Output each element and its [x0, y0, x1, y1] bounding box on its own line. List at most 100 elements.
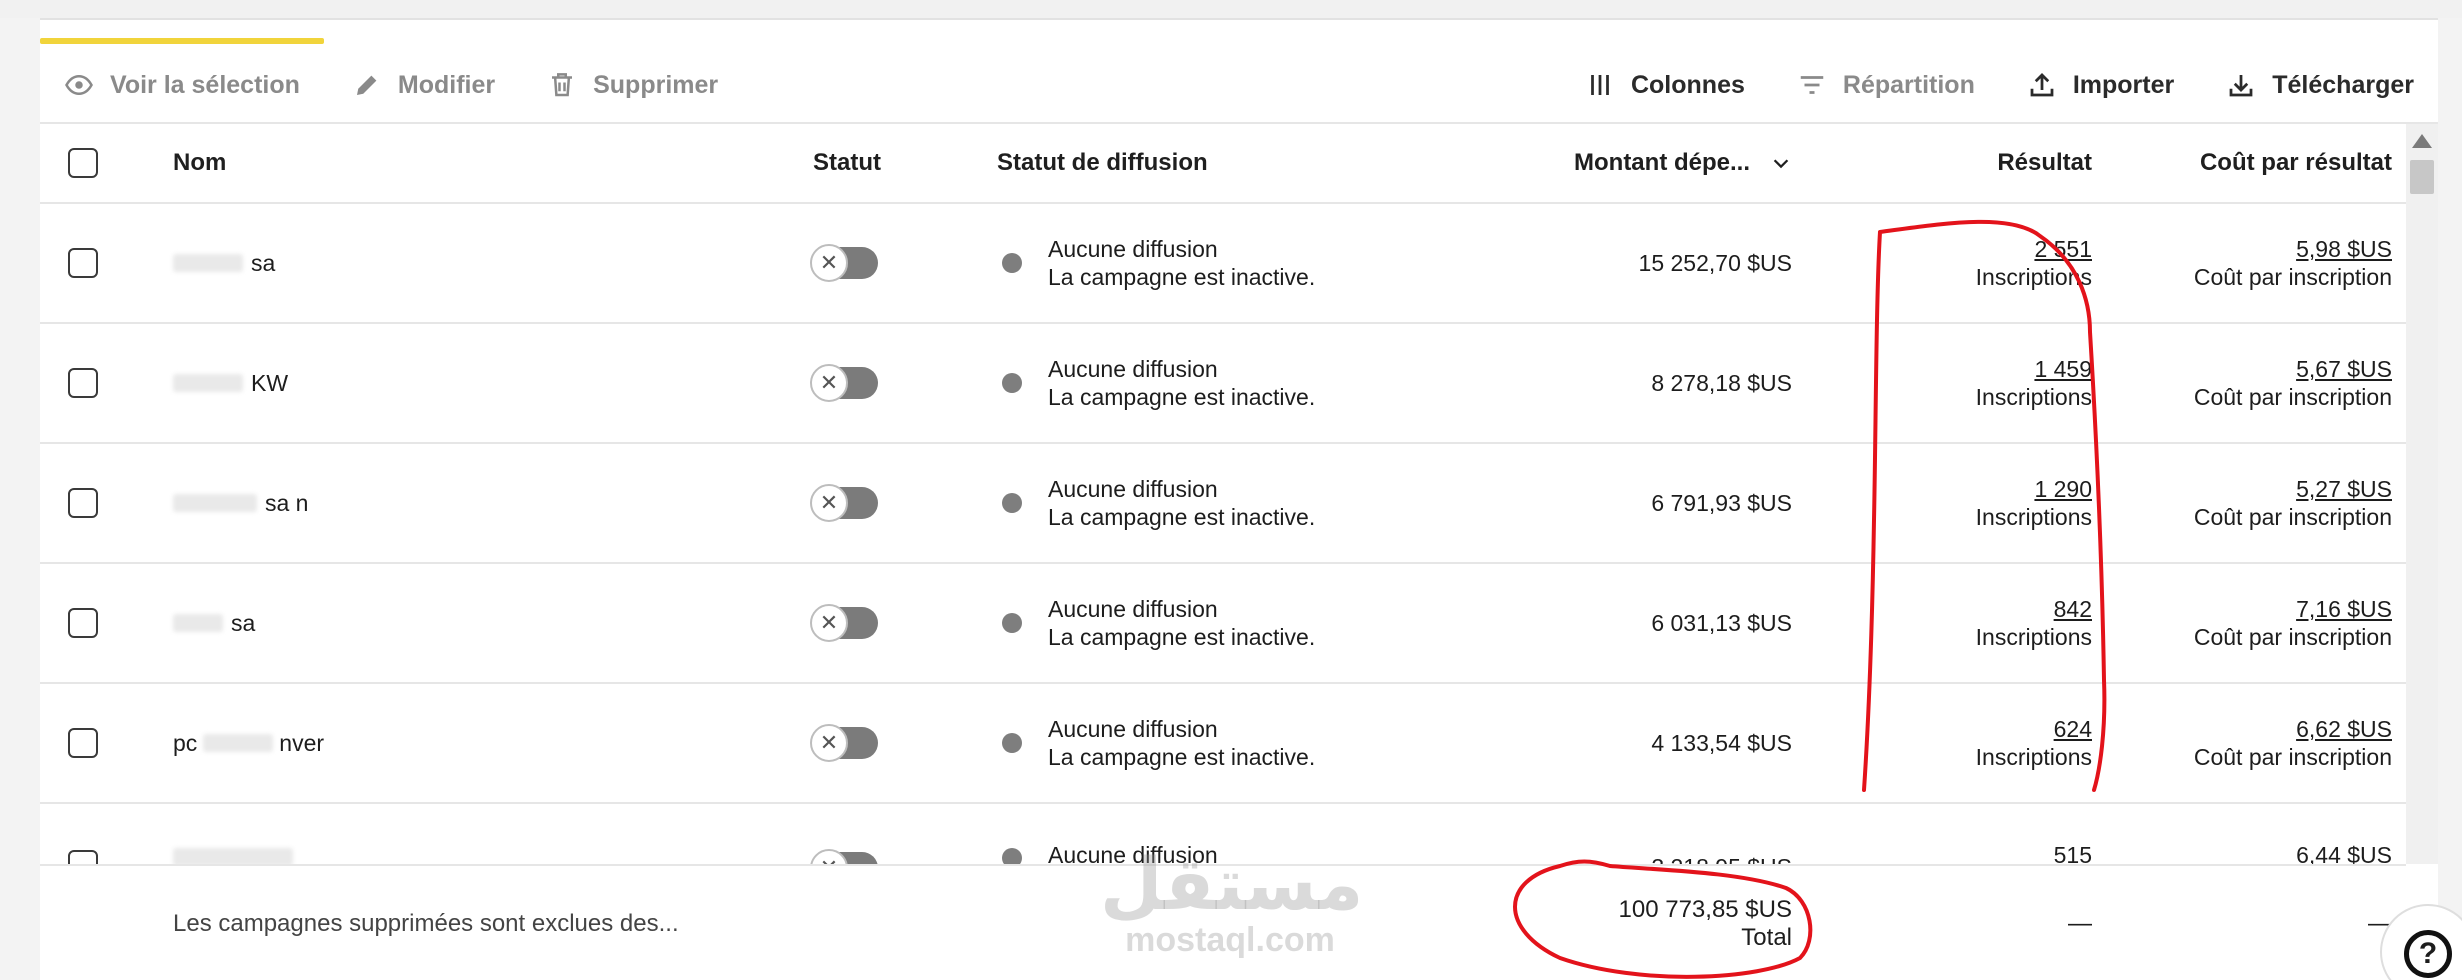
- columns-button[interactable]: Colonnes: [1585, 70, 1745, 100]
- campaign-toggle[interactable]: ✕: [810, 724, 878, 762]
- total-spend: 100 773,85 $US: [1618, 896, 1792, 923]
- campaign-name[interactable]: KW: [173, 324, 288, 442]
- result-value[interactable]: 624: [2054, 715, 2092, 743]
- close-icon: ✕: [810, 604, 848, 642]
- edit-button[interactable]: Modifier: [352, 70, 495, 100]
- close-icon: ✕: [810, 244, 848, 282]
- result-value[interactable]: 1 459: [2034, 355, 2092, 383]
- row-checkbox[interactable]: [68, 248, 98, 278]
- table-row[interactable]: ✕ Aucune diffusion 3 218,95 $US 515 6,44…: [40, 804, 2406, 864]
- result-type: Inscriptions: [1975, 504, 2092, 530]
- campaign-toggle[interactable]: ✕: [810, 364, 878, 402]
- result-value[interactable]: 515: [2054, 842, 2092, 864]
- download-button[interactable]: Télécharger: [2226, 70, 2414, 100]
- import-button[interactable]: Importer: [2027, 70, 2174, 100]
- chevron-down-icon[interactable]: [1770, 152, 1792, 174]
- table-footer: Les campagnes supprimées sont exclues de…: [40, 864, 2406, 980]
- pencil-icon: [356, 75, 377, 95]
- amount-spent: 15 252,70 $US: [1638, 249, 1792, 276]
- header-name[interactable]: Nom: [173, 124, 226, 202]
- row-checkbox[interactable]: [68, 850, 98, 864]
- import-label: Importer: [2072, 70, 2175, 99]
- cost-type: Coût par inscription: [2193, 384, 2392, 410]
- table-row[interactable]: sa ✕ Aucune diffusion La campagne est in…: [40, 204, 2406, 324]
- campaign-name[interactable]: sa n: [173, 444, 308, 562]
- top-strip: [0, 0, 2462, 18]
- delivery-status: Aucune diffusion: [1048, 356, 1218, 382]
- campaign-toggle[interactable]: ✕: [810, 484, 878, 522]
- row-checkbox[interactable]: [68, 608, 98, 638]
- result-type: Inscriptions: [1975, 264, 2092, 290]
- campaign-name-text: sa: [251, 249, 276, 276]
- row-checkbox[interactable]: [68, 728, 98, 758]
- columns-label: Colonnes: [1630, 70, 1745, 99]
- delivery-status: Aucune diffusion: [1048, 842, 1218, 864]
- cost-value[interactable]: 5,27 $US: [2296, 475, 2392, 503]
- result-value[interactable]: 2 551: [2034, 235, 2092, 263]
- cost-value[interactable]: 7,16 $US: [2296, 595, 2392, 623]
- vertical-scrollbar[interactable]: [2406, 124, 2438, 864]
- status-dot: [1002, 493, 1022, 513]
- campaign-name[interactable]: sa: [173, 564, 255, 682]
- close-icon: ✕: [810, 364, 848, 402]
- breakdown-button[interactable]: Répartition: [1797, 70, 1975, 100]
- delete-label: Supprimer: [593, 70, 719, 99]
- select-all-checkbox[interactable]: [68, 148, 98, 178]
- campaign-name[interactable]: sa: [173, 204, 275, 322]
- close-icon: ✕: [810, 724, 848, 762]
- header-cost[interactable]: Coût par résultat: [2100, 124, 2392, 202]
- result-value[interactable]: 1 290: [2034, 475, 2092, 503]
- cost-type: Coût par inscription: [2193, 264, 2392, 290]
- download-label: Télécharger: [2272, 70, 2414, 99]
- deleted-campaigns-note: Les campagnes supprimées sont exclues de…: [173, 910, 679, 937]
- cost-value[interactable]: 5,98 $US: [2296, 235, 2392, 263]
- scroll-up-arrow[interactable]: [2412, 134, 2432, 148]
- campaign-name[interactable]: [173, 804, 293, 864]
- result-type: Inscriptions: [1975, 384, 2092, 410]
- result-type: Inscriptions: [1975, 744, 2092, 770]
- table-row[interactable]: pc nver ✕ Aucune diffusion La campagne e…: [40, 684, 2406, 804]
- header-status[interactable]: Statut: [813, 124, 881, 202]
- header-delivery[interactable]: Statut de diffusion: [997, 124, 1208, 202]
- delete-button[interactable]: Supprimer: [547, 70, 718, 100]
- redacted-name: [203, 734, 274, 752]
- header-results[interactable]: Résultat: [1840, 124, 2092, 202]
- campaign-toggle[interactable]: ✕: [810, 849, 878, 864]
- header-spend[interactable]: Montant dépe...: [1440, 124, 1792, 202]
- view-selection-label: Voir la sélection: [110, 70, 300, 99]
- table-row[interactable]: sa n ✕ Aucune diffusion La campagne est …: [40, 444, 2406, 564]
- total-label: Total: [1741, 924, 1792, 951]
- scroll-thumb[interactable]: [2410, 160, 2434, 194]
- campaign-name-text: sa n: [265, 489, 309, 516]
- table-toolbar: Voir la sélection Modifier Supprimer Col…: [40, 46, 2438, 124]
- view-selection-button[interactable]: Voir la sélection: [64, 70, 300, 100]
- delivery-status: Aucune diffusion: [1048, 476, 1218, 502]
- campaign-name[interactable]: pc nver: [173, 684, 324, 802]
- redacted-name: [173, 848, 293, 864]
- row-checkbox[interactable]: [68, 488, 98, 518]
- cost-value[interactable]: 5,67 $US: [2296, 355, 2392, 383]
- breakdown-label: Répartition: [1842, 70, 1975, 99]
- redacted-name: [173, 374, 243, 392]
- table-row[interactable]: KW ✕ Aucune diffusion La campagne est in…: [40, 324, 2406, 444]
- table-row[interactable]: sa ✕ Aucune diffusion La campagne est in…: [40, 564, 2406, 684]
- amount-spent: 3 218,95 $US: [1440, 804, 1792, 864]
- cost-value[interactable]: 6,62 $US: [2296, 715, 2392, 743]
- status-dot: [1002, 613, 1022, 633]
- row-checkbox[interactable]: [68, 368, 98, 398]
- status-dot: [1002, 733, 1022, 753]
- cost-type: Coût par inscription: [2193, 624, 2392, 650]
- result-type: Inscriptions: [1975, 624, 2092, 650]
- delivery-substatus: La campagne est inactive.: [1048, 504, 1316, 530]
- eye-icon: [65, 74, 93, 96]
- result-value[interactable]: 842: [2054, 595, 2092, 623]
- cost-type: Coût par inscription: [2193, 744, 2392, 770]
- campaign-toggle[interactable]: ✕: [810, 604, 878, 642]
- delivery-substatus: La campagne est inactive.: [1048, 384, 1316, 410]
- delivery-status: Aucune diffusion: [1048, 596, 1218, 622]
- delivery-status: Aucune diffusion: [1048, 236, 1218, 262]
- campaign-toggle[interactable]: ✕: [810, 244, 878, 282]
- campaign-name-prefix: pc: [173, 729, 198, 756]
- amount-spent: 6 791,93 $US: [1651, 489, 1792, 516]
- cost-value[interactable]: 6,44 $US: [2296, 842, 2392, 864]
